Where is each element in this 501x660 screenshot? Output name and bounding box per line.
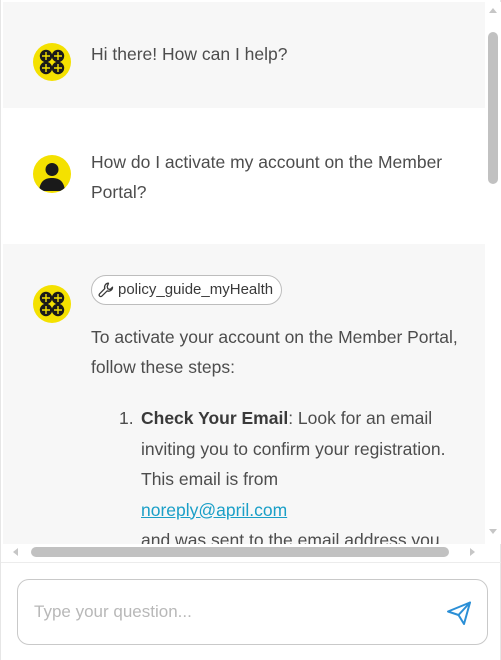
step-title: Check Your Email: [141, 408, 289, 428]
scroll-left-arrow-icon[interactable]: [13, 548, 18, 556]
message-text: How do I activate my account on the Memb…: [91, 152, 443, 202]
bot-logo-icon: [33, 43, 71, 81]
message-list[interactable]: Hi there! How can I help? How do I activ…: [3, 2, 485, 544]
user-icon: [33, 155, 71, 193]
send-icon: [447, 601, 471, 625]
bot-message: Hi there! How can I help?: [3, 2, 485, 108]
list-item: 1. Check Your Email: Look for an email i…: [119, 403, 461, 544]
vertical-scrollbar[interactable]: [485, 2, 501, 544]
user-message: How do I activate my account on the Memb…: [3, 108, 485, 244]
answer-intro: To activate your account on the Member P…: [91, 327, 458, 377]
vertical-scroll-thumb[interactable]: [488, 32, 498, 184]
scroll-right-arrow-icon[interactable]: [470, 548, 475, 556]
wrench-icon: [98, 282, 114, 298]
chat-window: Hi there! How can I help? How do I activ…: [0, 0, 501, 660]
tool-chip-label: policy_guide_myHealth: [118, 281, 274, 298]
scroll-up-arrow-icon[interactable]: [489, 8, 497, 13]
horizontal-scrollbar[interactable]: [3, 544, 485, 560]
bot-message: policy_guide_myHealth To activate your a…: [3, 244, 485, 544]
question-input[interactable]: [34, 600, 434, 624]
message-text: Hi there! How can I help?: [91, 44, 288, 64]
horizontal-scroll-thumb[interactable]: [31, 547, 449, 557]
email-link[interactable]: noreply@april.com: [141, 500, 287, 520]
bot-logo-icon: [33, 285, 71, 323]
divider: [1, 562, 501, 563]
step-text-continued: and was sent to the email address you: [141, 530, 440, 544]
step-number: 1.: [119, 408, 134, 428]
scroll-down-arrow-icon[interactable]: [489, 529, 497, 534]
question-input-box: [17, 579, 488, 645]
tool-chip[interactable]: policy_guide_myHealth: [91, 275, 283, 305]
send-button[interactable]: [445, 599, 473, 627]
